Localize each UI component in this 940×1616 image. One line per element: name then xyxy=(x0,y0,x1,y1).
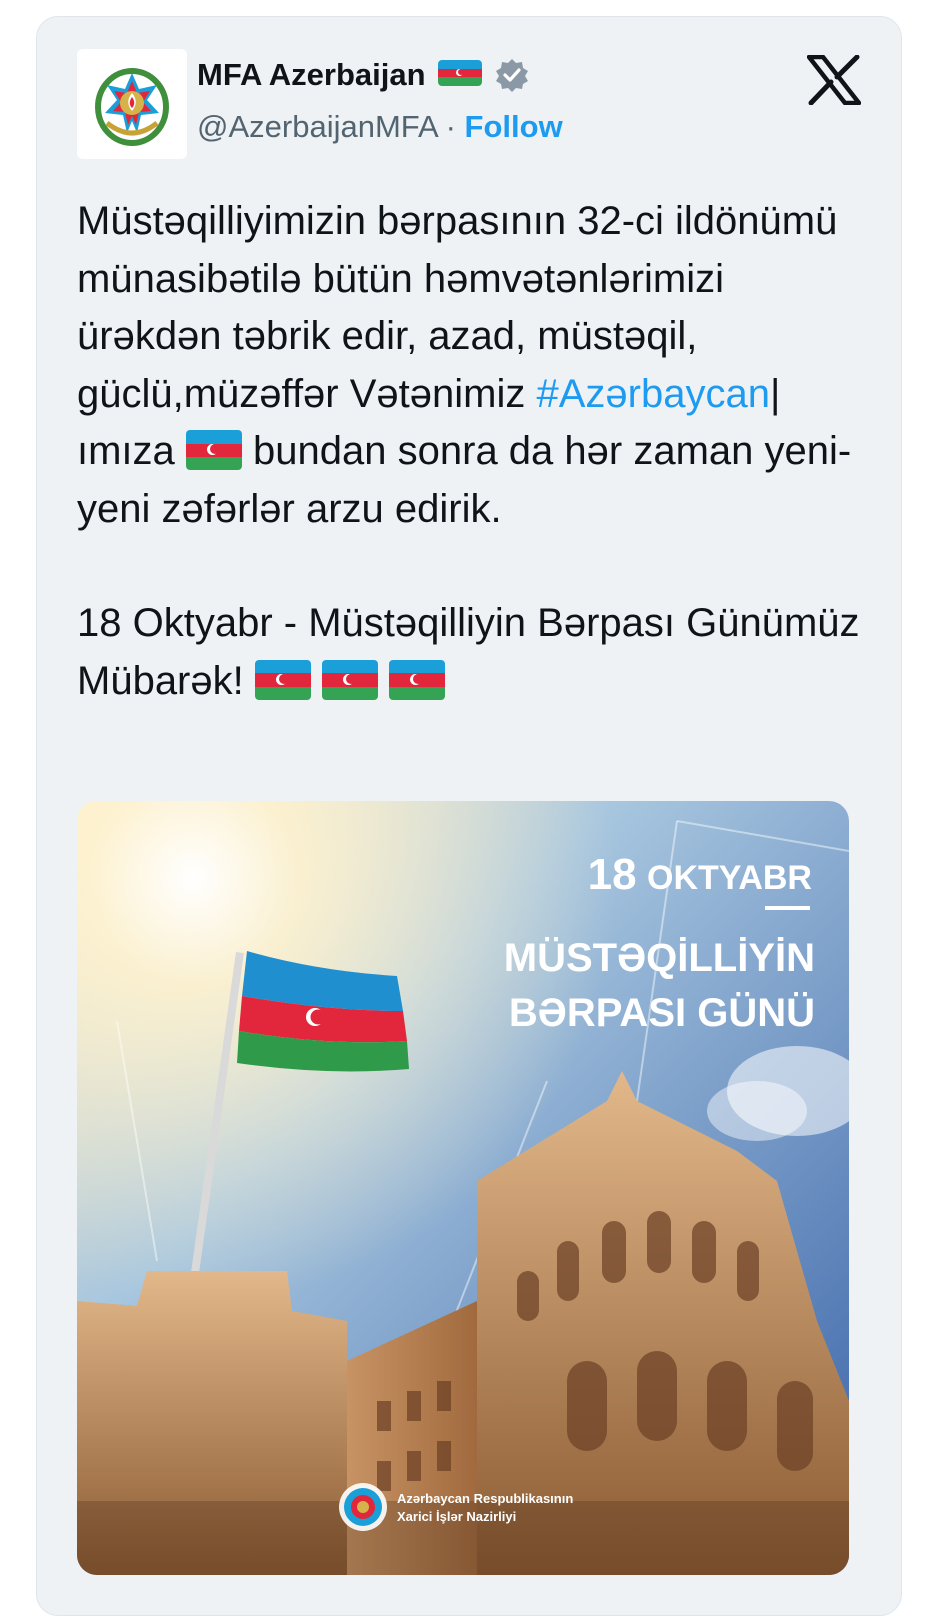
azerbaijan-flag-icon xyxy=(185,430,242,471)
tweet-paragraph-2: 18 Oktyabr - Müstəqilliyin Bərpası Günüm… xyxy=(77,595,867,710)
azerbaijan-flag-icon xyxy=(322,659,378,700)
ministry-caption-line2: Xarici İşlər Nazirliyi xyxy=(397,1509,516,1524)
follow-button[interactable]: Follow xyxy=(465,109,563,144)
tweet-card[interactable]: MFA Azerbaijan @AzerbaijanMFA · Follow M… xyxy=(36,16,902,1616)
poster-title-line1: MÜSTƏQİLLİYİN xyxy=(504,935,815,980)
author-name[interactable]: MFA Azerbaijan xyxy=(197,57,426,93)
tweet-media-image[interactable]: 18 OKTYABR MÜSTƏQİLLİYİN BƏRPASI GÜNÜ Az… xyxy=(77,801,849,1575)
separator-dot: · xyxy=(445,109,456,144)
azerbaijan-flag-icon xyxy=(437,60,482,86)
hashtag-link[interactable]: #Azərbaycan xyxy=(536,372,769,416)
poster-title-line2: BƏRPASI GÜNÜ xyxy=(509,990,815,1035)
azerbaijan-emblem-icon xyxy=(95,68,169,146)
tweet-paragraph-1: Müstəqilliyimizin bərpasının 32-ci ildön… xyxy=(77,193,867,538)
tweet-text: Müstəqilliyimizin bərpasının 32-ci ildön… xyxy=(77,193,867,710)
avatar[interactable] xyxy=(77,49,187,159)
ministry-caption-line1: Azərbaycan Respublikasının xyxy=(397,1491,573,1506)
author-handle[interactable]: @AzerbaijanMFA xyxy=(197,109,437,144)
independence-day-poster: 18 OKTYABR MÜSTƏQİLLİYİN BƏRPASI GÜNÜ Az… xyxy=(77,801,849,1575)
poster-date-month: OKTYABR xyxy=(647,859,812,897)
azerbaijan-flag-icon xyxy=(254,659,311,700)
poster-date-number: 18 xyxy=(588,850,637,899)
azerbaijan-flag-icon xyxy=(389,659,446,700)
x-logo-icon[interactable] xyxy=(807,55,861,105)
tweet-text-part: 18 Oktyabr - Müstəqilliyin Bərpası Günüm… xyxy=(77,601,860,703)
verified-badge-icon xyxy=(495,59,528,92)
